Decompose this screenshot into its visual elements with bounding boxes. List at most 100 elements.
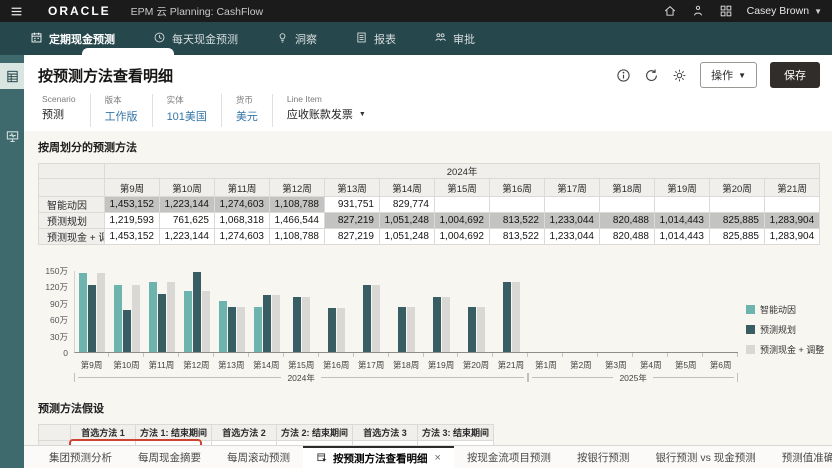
save-button[interactable]: 保存 — [770, 62, 820, 88]
assump-cell[interactable]: 四 — [136, 441, 212, 446]
grid-cell[interactable]: 761,625 — [160, 213, 215, 229]
legend-label: 预测规划 — [760, 323, 796, 336]
info-icon[interactable] — [616, 68, 631, 83]
bottom-tab-3[interactable]: 每周滚动预测 — [214, 446, 303, 468]
grid-cell[interactable] — [655, 197, 710, 213]
grid-cell[interactable]: 1,453,152 — [105, 229, 160, 245]
nav-tab-4[interactable]: 报表 — [355, 22, 396, 55]
grid-cell[interactable]: 1,068,318 — [215, 213, 270, 229]
grid-cell[interactable] — [490, 197, 545, 213]
grid-cell[interactable]: 827,219 — [325, 213, 380, 229]
pov-member-text: 预测 — [42, 106, 64, 122]
assump-header: 方法 3: 结束期间 — [418, 425, 494, 441]
grid-cell[interactable]: 1,051,248 — [380, 229, 435, 245]
bottom-tab-1[interactable]: 集团预测分析 — [36, 446, 125, 468]
dashboard-monitor-icon[interactable] — [0, 123, 24, 149]
bar-预测规划 — [363, 285, 371, 352]
grid-cell[interactable]: 813,522 — [490, 213, 545, 229]
bottom-tab-8[interactable]: 预测值准确性分析 — [769, 446, 832, 468]
refresh-icon[interactable] — [644, 68, 659, 83]
grid-cell[interactable]: 1,283,904 — [765, 229, 820, 245]
x-tick-label: 第16周 — [319, 357, 354, 371]
legend-swatch — [746, 325, 755, 334]
user-menu[interactable]: Casey Brown ▼ — [747, 5, 822, 17]
grid-cell[interactable] — [435, 197, 490, 213]
grid-cell[interactable]: 820,488 — [600, 229, 655, 245]
bottom-tab-7[interactable]: 银行预测 vs 现金预测 — [642, 446, 768, 468]
bar-预测现金 + 调整 — [512, 282, 520, 352]
grid-cell[interactable]: 825,885 — [710, 213, 765, 229]
bar-group-第18周 — [389, 271, 424, 352]
accessibility-person-icon[interactable] — [691, 4, 705, 18]
grid-cell[interactable]: 931,751 — [325, 197, 380, 213]
actions-button[interactable]: 操作 ▼ — [700, 62, 757, 88]
grid-cell[interactable]: 1,283,904 — [765, 213, 820, 229]
pov-member-value[interactable]: 应收账款发票▼ — [287, 106, 366, 122]
pov-dimension-label: Line Item — [287, 94, 366, 104]
grid-cell[interactable]: 1,004,692 — [435, 229, 490, 245]
calendar-icon — [30, 31, 43, 47]
pov-member-value[interactable]: 预测 — [42, 106, 76, 122]
pov-member-value[interactable]: 美元 — [236, 108, 258, 124]
grid-cell[interactable]: 813,522 — [490, 229, 545, 245]
assump-cell[interactable]: 十 — [277, 441, 353, 446]
grid-cell[interactable]: 829,774 — [380, 197, 435, 213]
grid-cell[interactable]: 1,051,248 — [380, 213, 435, 229]
assump-cell[interactable]: 预测规划 — [353, 441, 418, 446]
grid-cell[interactable]: 1,466,544 — [270, 213, 325, 229]
settings-gear-icon[interactable] — [672, 68, 687, 83]
legend-label: 预测现金 + 调整 — [760, 343, 824, 356]
assump-header: 首选方法 3 — [353, 425, 418, 441]
bottom-tab-4[interactable]: 按预测方法查看明细× — [303, 446, 454, 468]
grid-cell[interactable]: 1,274,603 — [215, 229, 270, 245]
assump-cell[interactable]: 十三 — [418, 441, 494, 446]
grid-cell[interactable] — [545, 197, 600, 213]
grid-cell[interactable]: 1,014,443 — [655, 229, 710, 245]
grid-cell[interactable] — [600, 197, 655, 213]
legend-label: 智能动因 — [760, 303, 796, 316]
grid-row-header: 预测规划 — [39, 213, 105, 229]
legend-item: 预测规划 — [746, 323, 824, 336]
grid-cell[interactable]: 1,108,788 — [270, 229, 325, 245]
grid-cell[interactable]: 1,004,692 — [435, 213, 490, 229]
grid-cell[interactable]: 1,223,144 — [160, 197, 215, 213]
grid-cell[interactable]: 1,223,144 — [160, 229, 215, 245]
grid-cell[interactable]: 1,219,593 — [105, 213, 160, 229]
grid-cell[interactable]: 1,233,044 — [545, 229, 600, 245]
x-tick-label: 第11周 — [144, 357, 179, 371]
active-tab-notch — [82, 48, 174, 55]
assump-cell[interactable]: 智能动因 — [71, 441, 136, 446]
assump-header: 方法 1: 结束期间 — [136, 425, 212, 441]
bottom-tab-2[interactable]: 每周现金摘要 — [125, 446, 214, 468]
bar-预测现金 + 调整 — [202, 291, 210, 352]
grid-cell[interactable]: 1,453,152 — [105, 197, 160, 213]
bottom-tab-6[interactable]: 按银行预测 — [564, 446, 643, 468]
x-tick-label: 第19周 — [424, 357, 459, 371]
grid-week-header: 第19周 — [655, 179, 710, 197]
close-icon[interactable]: × — [435, 452, 441, 464]
forms-icon[interactable] — [0, 63, 24, 89]
nav-tab-3[interactable]: 洞察 — [276, 22, 317, 55]
home-icon[interactable] — [663, 4, 677, 18]
grid-cell[interactable] — [710, 197, 765, 213]
nav-tab-5[interactable]: 审批 — [434, 22, 475, 55]
pov-member-value[interactable]: 工作版 — [105, 108, 138, 124]
app-grid-icon[interactable] — [719, 4, 733, 18]
grid-cell[interactable]: 1,233,044 — [545, 213, 600, 229]
bottom-tab-5[interactable]: 按现金流项目预测 — [454, 446, 564, 468]
forecast-bar-chart: 150万120万90万60万30万0 第9周第10周第11周第12周第13周第1… — [38, 271, 820, 382]
grid-cell[interactable]: 1,108,788 — [270, 197, 325, 213]
pov-member-value[interactable]: 101美国 — [167, 108, 207, 124]
grid-cell[interactable]: 827,219 — [325, 229, 380, 245]
assump-cell[interactable]: 预测规划 — [212, 441, 277, 446]
grid-cell[interactable]: 1,274,603 — [215, 197, 270, 213]
x-tick-label: 第17周 — [354, 357, 389, 371]
bar-group-第6周 — [703, 271, 738, 352]
grid-cell[interactable] — [765, 197, 820, 213]
hamburger-menu-icon[interactable] — [10, 5, 32, 18]
grid-row: 智能动因1,453,1521,223,1441,274,6031,108,788… — [39, 197, 820, 213]
grid-cell[interactable]: 820,488 — [600, 213, 655, 229]
chart-y-axis: 150万120万90万60万30万0 — [38, 271, 74, 353]
grid-cell[interactable]: 825,885 — [710, 229, 765, 245]
grid-cell[interactable]: 1,014,443 — [655, 213, 710, 229]
